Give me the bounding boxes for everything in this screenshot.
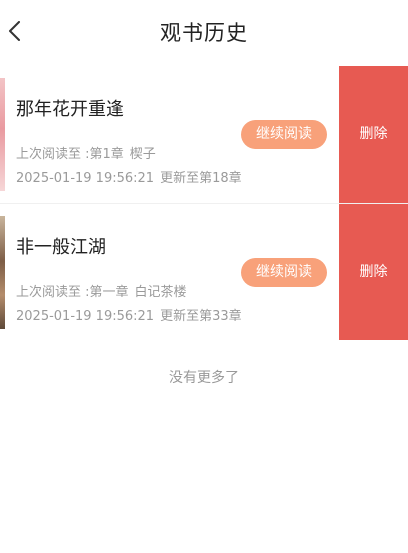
- update-info: 更新至第18章: [160, 171, 242, 186]
- progress-label: 上次阅读至 :第1章: [16, 147, 124, 162]
- book-cover-image[interactable]: [0, 216, 5, 329]
- chapter-name: 楔子: [129, 147, 156, 162]
- delete-button[interactable]: 删除: [339, 204, 408, 340]
- header-bar: 观书历史: [0, 0, 408, 62]
- page-title: 观书历史: [160, 21, 248, 45]
- update-info: 更新至第33章: [160, 309, 242, 324]
- delete-button[interactable]: 删除: [339, 66, 408, 203]
- list-end-text: 没有更多了: [169, 370, 239, 386]
- history-list: 那年花开重逢 上次阅读至 :第1章 楔子 2025-01-19 19:56:21 更…: [0, 66, 408, 340]
- book-title[interactable]: 非一般江湖: [16, 233, 106, 259]
- progress-label: 上次阅读至 :第一章: [16, 285, 129, 300]
- book-title[interactable]: 那年花开重逢: [16, 95, 124, 121]
- book-cover-image[interactable]: [0, 78, 5, 191]
- reading-progress: 上次阅读至 :第1章 楔子: [16, 143, 156, 162]
- history-item[interactable]: 非一般江湖 上次阅读至 :第一章 白记茶楼 2025-01-19 19:56:21…: [0, 203, 408, 340]
- reading-meta: 2025-01-19 19:56:21 更新至第33章: [16, 305, 242, 324]
- continue-reading-button[interactable]: 继续阅读: [241, 258, 327, 287]
- continue-reading-button[interactable]: 继续阅读: [241, 120, 327, 149]
- chapter-name: 白记茶楼: [134, 285, 187, 300]
- history-item[interactable]: 那年花开重逢 上次阅读至 :第1章 楔子 2025-01-19 19:56:21 更…: [0, 66, 408, 203]
- read-timestamp: 2025-01-19 19:56:21: [16, 171, 155, 186]
- reading-progress: 上次阅读至 :第一章 白记茶楼: [16, 281, 187, 300]
- read-timestamp: 2025-01-19 19:56:21: [16, 309, 155, 324]
- reading-meta: 2025-01-19 19:56:21 更新至第18章: [16, 167, 242, 186]
